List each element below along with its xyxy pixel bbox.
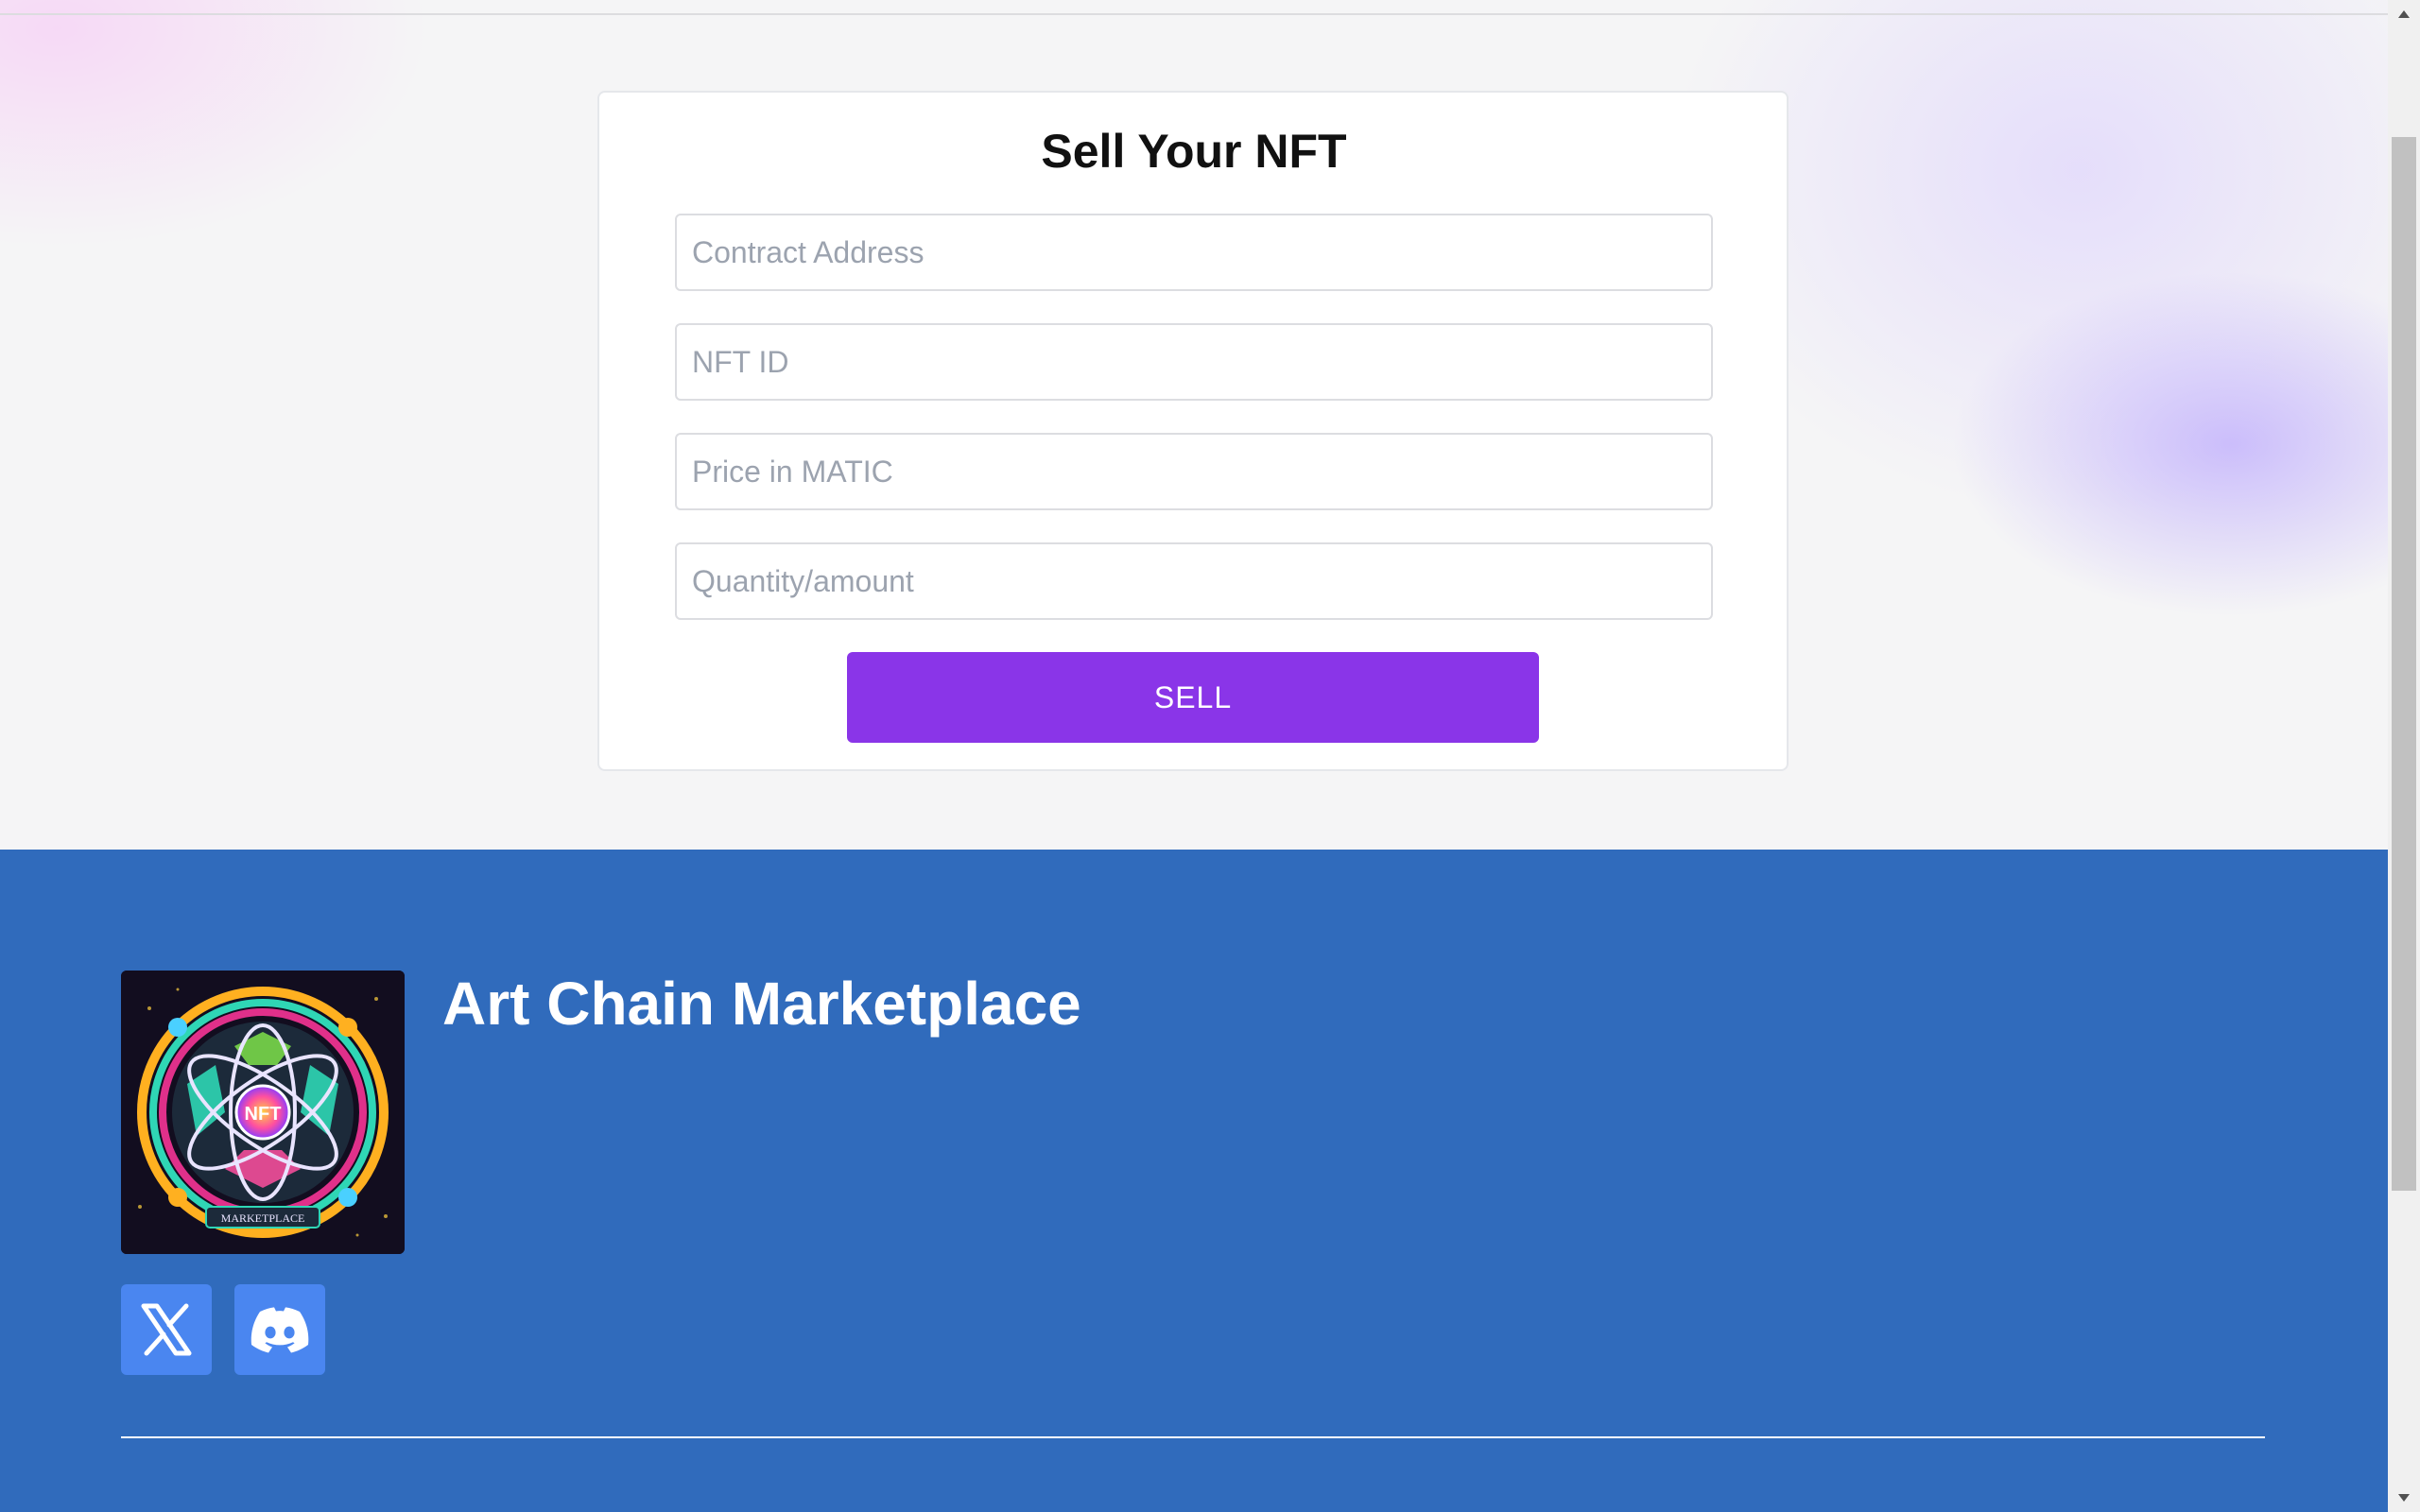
sell-section: Sell Your NFT SELL [0, 0, 2388, 850]
brand-name: Art Chain Marketplace [442, 970, 1081, 1038]
header-bottom-border [0, 13, 2388, 15]
scrollbar-thumb[interactable] [2392, 137, 2416, 1191]
nft-id-input[interactable] [675, 323, 1713, 401]
scroll-down-arrow-icon[interactable] [2388, 1484, 2420, 1512]
logo-emblem-icon: NFT MARKETPLACE [121, 971, 405, 1254]
vertical-scrollbar[interactable] [2388, 0, 2420, 1512]
discord-social-link[interactable] [234, 1284, 325, 1375]
price-input[interactable] [675, 433, 1713, 510]
x-logo-icon [141, 1303, 192, 1356]
scroll-up-arrow-icon[interactable] [2388, 0, 2420, 28]
marketplace-logo: NFT MARKETPLACE [121, 971, 405, 1254]
footer-divider [121, 1436, 2265, 1438]
contract-address-input[interactable] [675, 214, 1713, 291]
logo-ring-text: MARKETPLACE [221, 1211, 305, 1225]
page-viewport: Sell Your NFT SELL [0, 0, 2388, 1512]
site-footer: NFT MARKETPLACE Art Chain Marketplace [0, 850, 2388, 1512]
x-social-link[interactable] [121, 1284, 212, 1375]
discord-icon [251, 1307, 309, 1353]
logo-nft-text: NFT [245, 1104, 282, 1125]
quantity-input[interactable] [675, 542, 1713, 620]
sell-button[interactable]: SELL [847, 652, 1539, 743]
sell-form-title: Sell Your NFT [1041, 125, 1347, 178]
